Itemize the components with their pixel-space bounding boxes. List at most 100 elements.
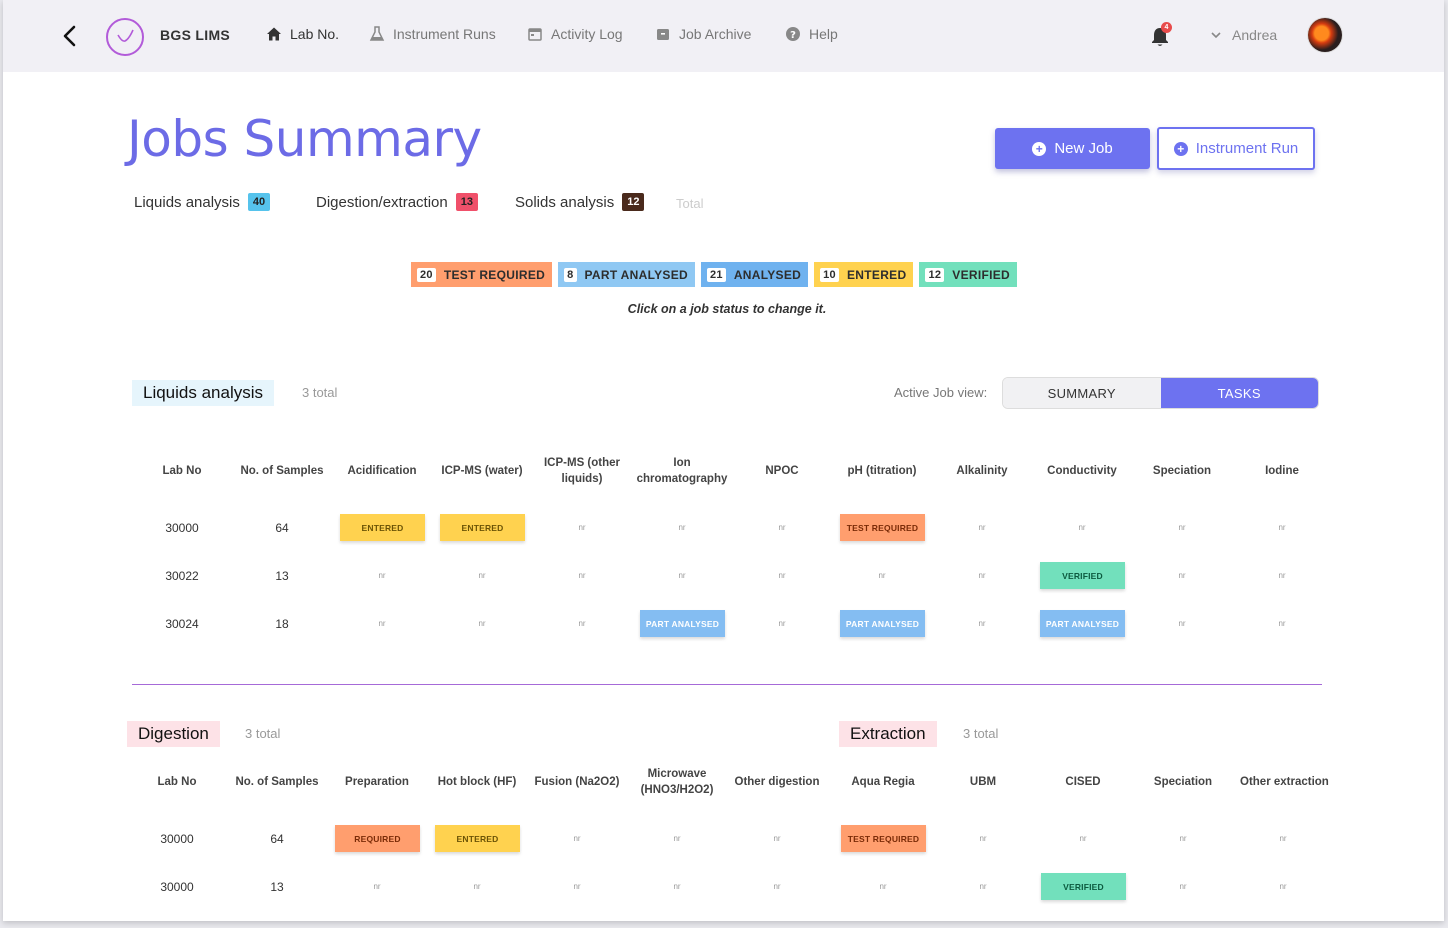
not-required-cell: nr [1279,834,1287,843]
column-header-ion-chromatography: Ion chromatography [636,457,728,485]
count-badge: 12 [622,193,645,211]
not-required-cell: nr [1179,882,1187,891]
lab-no-cell[interactable]: 30000 [132,521,232,535]
lab-no-cell[interactable]: 30000 [127,832,227,846]
status-pill[interactable]: ENTERED [440,514,525,541]
lab-no-cell[interactable]: 30024 [132,617,232,631]
not-required-cell: nr [1178,523,1186,532]
column-header-speciation: Speciation [1152,465,1212,477]
status-test-required[interactable]: 20 TEST REQUIRED [411,262,553,287]
not-required-cell: nr [1278,571,1286,580]
liquids-total: 3 total [302,385,338,400]
status-pill[interactable]: TEST REQUIRED [840,514,925,541]
not-required-cell: nr [1278,523,1286,532]
status-count: 21 [706,267,726,282]
not-required-cell: nr [978,571,986,580]
calendar-icon [528,28,542,41]
back-arrow-icon[interactable] [59,24,81,48]
column-header-lab-no: Lab No [162,465,202,477]
plus-icon: + [1173,141,1188,156]
not-required-cell: nr [778,571,786,580]
lab-no-cell[interactable]: 30022 [132,569,232,583]
status-pill[interactable]: TEST REQUIRED [841,825,926,852]
status-pill[interactable]: PART ANALYSED [1040,610,1125,637]
not-required-cell: nr [773,834,781,843]
not-required-cell: nr [573,882,581,891]
not-required-cell: nr [879,882,887,891]
not-required-cell: nr [978,523,986,532]
not-required-cell: nr [979,882,987,891]
chevron-down-icon [1211,32,1221,39]
column-header-iodine: Iodine [1265,465,1299,477]
new-job-button[interactable]: + New Job [995,128,1150,169]
not-required-cell: nr [678,523,686,532]
status-pill[interactable]: REQUIRED [335,825,420,852]
nav-instrument-runs[interactable]: Instrument Runs [369,26,496,42]
not-required-cell: nr [478,571,486,580]
samples-cell: 13 [270,880,284,894]
extraction-section-title: Extraction [839,721,937,747]
top-nav: BGS LIMS Lab No. Instrument Runs Activit… [3,0,1444,72]
count-label: Liquids analysis [134,193,240,211]
instrument-run-button[interactable]: + Instrument Run [1157,127,1315,170]
status-label: VERIFIED [952,267,1011,282]
svg-text:?: ? [790,30,796,41]
column-header-icp-ms-water: ICP-MS (water) [441,465,523,477]
status-pill[interactable]: VERIFIED [1040,562,1125,589]
not-required-cell: nr [473,882,481,891]
notification-count: 4 [1161,22,1172,33]
digestion-section-title: Digestion [127,721,220,747]
status-part-analysed[interactable]: 8 PART ANALYSED [558,262,695,287]
status-pill[interactable]: PART ANALYSED [640,610,725,637]
column-header-icp-ms-other-liquids: ICP-MS (other liquids) [543,457,621,485]
column-header-ph-titration: pH (titration) [847,465,917,477]
column-header-ubm: UBM [969,776,997,788]
flask-icon [369,26,385,41]
nav-label: Help [809,26,838,42]
not-required-cell: nr [773,882,781,891]
user-menu[interactable]: Andrea [1210,27,1277,43]
status-pill[interactable]: PART ANALYSED [840,610,925,637]
nav-activity-log[interactable]: Activity Log [527,26,623,42]
status-label: PART ANALYSED [584,267,688,282]
nav-help[interactable]: ? Help [785,26,838,42]
status-analysed[interactable]: 21 ANALYSED [700,262,809,287]
total-label: Total [676,196,704,211]
status-count: 12 [925,267,945,282]
column-header-conductivity: Conductivity [1047,465,1117,477]
status-pill[interactable]: ENTERED [435,825,520,852]
not-required-cell: nr [778,523,786,532]
view-toggle: SUMMARY TASKS [1002,377,1319,409]
notification-bell[interactable]: 4 [1149,22,1172,48]
not-required-cell: nr [778,619,786,628]
status-hint: Click on a job status to change it. [627,302,827,316]
avatar[interactable] [1308,18,1342,52]
new-job-label: New Job [1054,140,1113,157]
home-icon [267,27,281,41]
count-badge: 40 [247,193,271,211]
count-digestion: Digestion/extraction 13 [316,193,478,211]
archive-icon [657,29,669,40]
column-header-cised: CISED [1065,776,1101,788]
nav-label: Activity Log [551,26,623,42]
samples-cell: 13 [275,569,289,583]
status-pill[interactable]: ENTERED [340,514,425,541]
not-required-cell: nr [878,571,886,580]
lab-no-cell[interactable]: 30000 [127,880,227,894]
view-label: Active Job view: [894,385,988,400]
not-required-cell: nr [378,619,386,628]
status-pill[interactable]: VERIFIED [1041,873,1126,900]
count-badge: 13 [455,193,478,211]
status-count: 8 [564,267,577,282]
not-required-cell: nr [673,882,681,891]
tasks-view-button[interactable]: TASKS [1160,378,1318,408]
status-entered[interactable]: 10 ENTERED [814,262,914,287]
summary-view-button[interactable]: SUMMARY [1003,378,1161,408]
not-required-cell: nr [578,619,586,628]
status-verified[interactable]: 12 VERIFIED [919,262,1018,287]
nav-job-archive[interactable]: Job Archive [655,26,751,42]
count-label: Solids analysis [515,193,615,211]
nav-label: Job Archive [679,26,752,42]
not-required-cell: nr [1178,619,1186,628]
nav-lab-no[interactable]: Lab No. [266,26,339,42]
